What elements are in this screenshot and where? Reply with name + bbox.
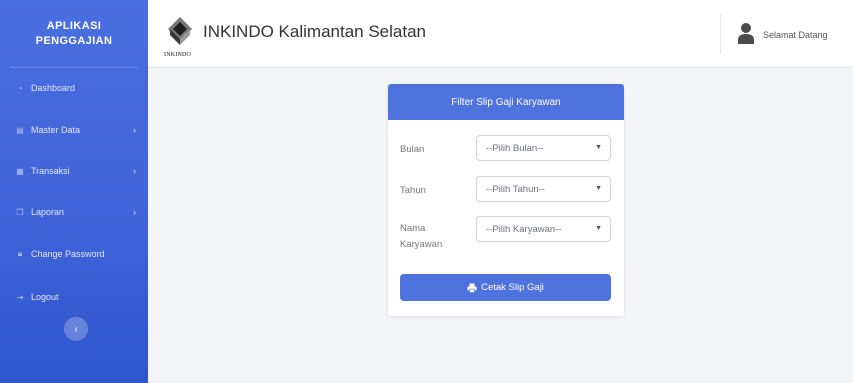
database-icon: ▤ [16, 125, 24, 135]
sidebar-brand[interactable]: APLIKASI PENGGAJIAN [10, 0, 138, 68]
nama-label-line-1: Nama [400, 223, 426, 234]
nama-karyawan-label: Nama Karyawan [400, 221, 442, 253]
sidebar-item-label: Change Password [31, 249, 105, 259]
page-title: INKINDO Kalimantan Selatan [203, 22, 426, 41]
sidebar-item-master-data[interactable]: ▤ Master Data › [0, 118, 148, 142]
brand-line-1: APLIKASI [46, 19, 102, 32]
bulan-select[interactable]: --Pilih Bulan-- ▼ [476, 135, 611, 161]
sidebar-item-change-password[interactable]: 🔒︎ Change Password [0, 242, 148, 266]
sidebar-item-logout[interactable]: ⇥ Logout [0, 285, 148, 309]
sidebar-item-label: Master Data [31, 125, 81, 135]
lock-icon: 🔒︎ [17, 249, 23, 258]
tahun-select-value: --Pilih Tahun-- [486, 183, 545, 195]
print-icon [467, 283, 477, 293]
bulan-select-value: --Pilih Bulan-- [486, 142, 544, 154]
copy-icon: ❐ [16, 207, 24, 217]
user-greeting[interactable]: Selamat Datang [763, 30, 828, 40]
tahun-select[interactable]: --Pilih Tahun-- ▼ [476, 176, 611, 202]
topbar-divider [720, 14, 721, 54]
sign-out-icon: ⇥ [16, 292, 24, 302]
user-icon[interactable] [738, 22, 754, 44]
karyawan-select[interactable]: --Pilih Karyawan-- ▼ [476, 216, 611, 242]
submit-label: Cetak Slip Gaji [481, 282, 544, 293]
chevron-down-icon: ▼ [595, 225, 602, 232]
chevron-down-icon: ▼ [595, 185, 602, 192]
filter-card: Filter Slip Gaji Karyawan Bulan --Pilih … [388, 84, 624, 316]
sidebar-item-label: Dashboard [31, 83, 76, 93]
chevron-right-icon: › [133, 166, 136, 176]
sidebar: APLIKASI PENGGAJIAN ◔ Dashboard ▤ Master… [0, 0, 148, 383]
sidebar-item-label: Transaksi [31, 166, 70, 176]
table-icon: ▦ [16, 166, 24, 176]
chevron-left-icon: ‹ [74, 323, 78, 335]
bulan-label: Bulan [400, 144, 425, 155]
card-header: Filter Slip Gaji Karyawan [388, 84, 624, 120]
topbar: INKINDO INKINDO Kalimantan Selatan Selam… [148, 0, 853, 68]
logo-caption: INKINDO [164, 52, 192, 58]
sidebar-item-dashboard[interactable]: ◔ Dashboard [0, 76, 148, 100]
sidebar-item-label: Laporan [31, 207, 65, 217]
karyawan-select-value: --Pilih Karyawan-- [486, 223, 562, 235]
nama-label-line-2: Karyawan [400, 239, 443, 250]
sidebar-toggle-button[interactable]: ‹ [64, 317, 88, 341]
chevron-right-icon: › [133, 207, 136, 217]
sidebar-item-transaksi[interactable]: ▦ Transaksi › [0, 159, 148, 183]
brand-line-2: PENGGAJIAN [35, 34, 113, 47]
chevron-down-icon: ▼ [595, 144, 602, 151]
sidebar-item-label: Logout [31, 292, 59, 302]
cetak-slip-gaji-button[interactable]: Cetak Slip Gaji [400, 274, 611, 301]
sidebar-item-laporan[interactable]: ❐ Laporan › [0, 200, 148, 224]
dashboard-icon: ◔ [17, 83, 23, 93]
tahun-label: Tahun [400, 185, 426, 196]
chevron-right-icon: › [133, 125, 136, 135]
